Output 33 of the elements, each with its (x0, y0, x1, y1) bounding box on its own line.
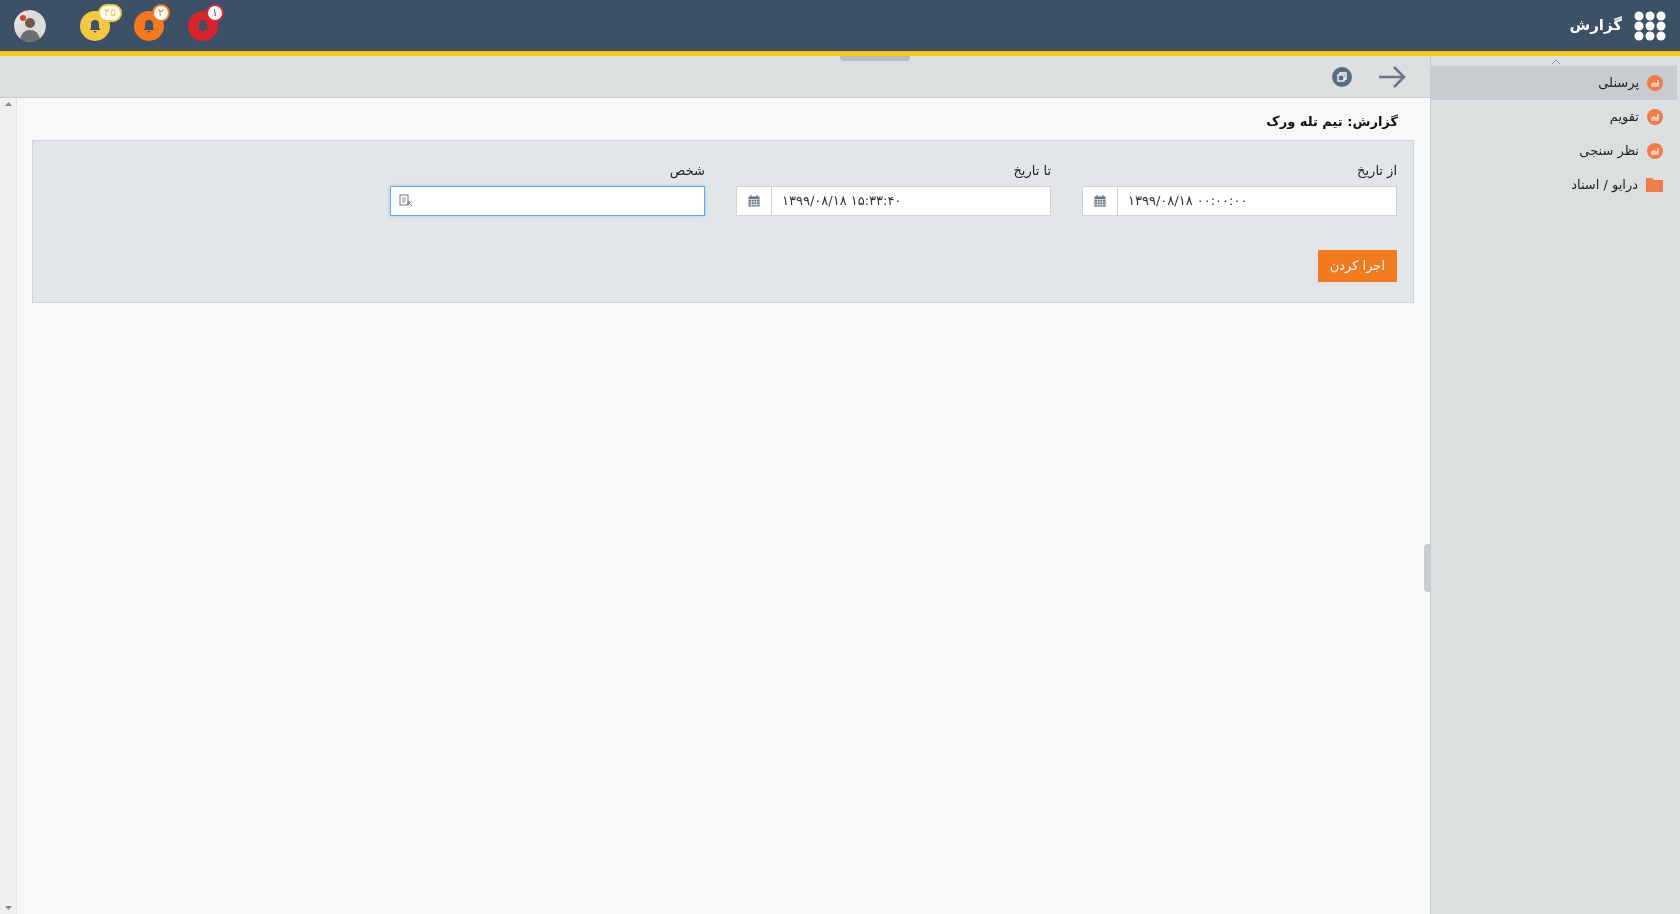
notification-count: ۲ (152, 3, 170, 22)
sidebar-item[interactable]: پرسنلی (1431, 66, 1677, 100)
date-field[interactable]: ۱۳۹۹/۰۸/۱۸ ۰۰:۰۰:۰۰ (1082, 186, 1397, 216)
chart-icon (1647, 143, 1663, 159)
restore-window-icon[interactable] (1332, 66, 1352, 87)
chart-icon (1647, 75, 1663, 91)
field-label: از تاریخ (1356, 161, 1397, 180)
sidebar-item[interactable]: درایو / اسناد (1431, 168, 1677, 202)
person-field[interactable] (390, 186, 705, 216)
notification-count: ۴۵ (98, 3, 122, 22)
date-field[interactable]: ۱۳۹۹/۰۸/۱۸ ۱۵:۳۳:۴۰ (736, 186, 1051, 216)
calendar-icon (1094, 195, 1106, 207)
drag-handle[interactable] (840, 56, 910, 61)
scroll-down-icon[interactable] (4, 906, 12, 910)
resize-handle[interactable] (1424, 544, 1430, 592)
field-label: تا تاریخ (1012, 161, 1051, 180)
notification-count: ۱ (206, 3, 224, 22)
app-grid-icon[interactable] (1634, 10, 1666, 41)
chart-icon (1647, 109, 1663, 125)
calendar-icon (748, 195, 760, 207)
collapse-up-icon[interactable] (1551, 58, 1560, 64)
folder-icon (1646, 178, 1663, 192)
sidebar-item[interactable]: تقویم (1431, 100, 1677, 134)
field-label: شخص (668, 161, 705, 180)
scroll-up-icon[interactable] (4, 102, 12, 106)
notification-bell-icon[interactable] (188, 10, 218, 41)
scrollbar[interactable] (0, 98, 17, 914)
sidebar-item[interactable]: نظر سنجی (1431, 134, 1677, 168)
app-title: گزارش (1569, 15, 1622, 37)
report-title: گزارش: تیم تله ورک (1266, 113, 1399, 131)
list-picker-icon[interactable] (399, 194, 413, 208)
notification-bell-icon[interactable] (134, 10, 164, 41)
forward-arrow-icon[interactable] (1378, 64, 1406, 89)
